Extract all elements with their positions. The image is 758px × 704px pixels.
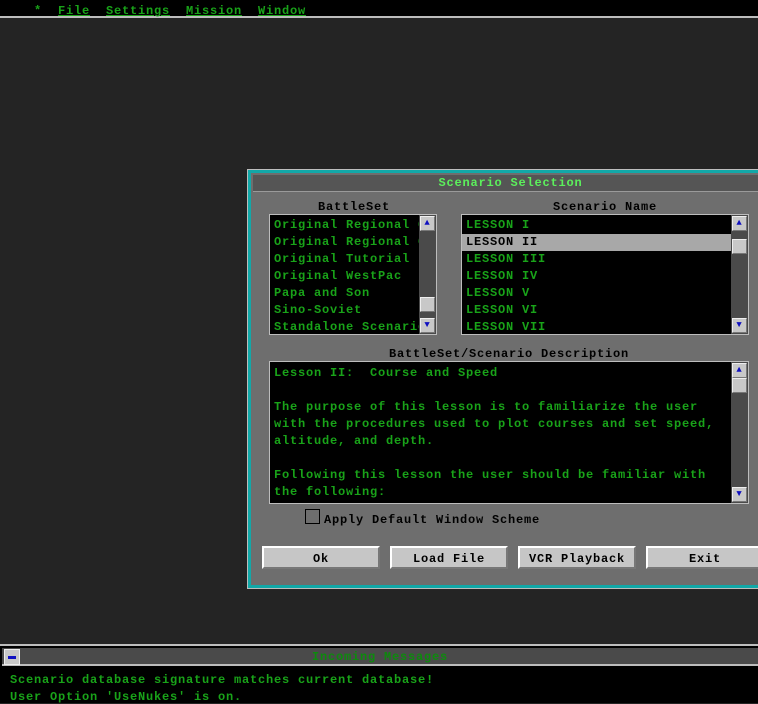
menu-bar: * File Settings Mission Window [0,0,758,18]
message-line: Scenario database signature matches curr… [10,673,435,687]
scroll-up-icon[interactable]: ▲ [732,216,747,231]
menu-window[interactable]: Window [258,4,306,18]
scenario-item[interactable]: LESSON II [462,234,732,251]
ok-button[interactable]: Ok [262,546,380,569]
menu-file[interactable]: File [58,4,90,18]
battleset-item[interactable]: Papa and Son [270,285,420,302]
menu-settings[interactable]: Settings [106,4,170,18]
battleset-scrollbar[interactable]: ▲ ▼ [419,215,436,334]
apply-scheme-checkbox[interactable] [305,509,320,524]
scenario-item[interactable]: LESSON IV [462,268,732,285]
description-line [270,382,732,399]
description-scrollbar[interactable]: ▲ ▼ [731,362,748,503]
description-line: Lesson II: Course and Speed [274,366,499,380]
scroll-thumb[interactable] [732,239,747,254]
scenario-selection-dialog: Scenario Selection BattleSet Scenario Na… [247,169,758,589]
battleset-item[interactable]: Original WestPac [270,268,420,285]
battleset-item[interactable]: Original Regional C [270,217,420,234]
scroll-down-icon[interactable]: ▼ [732,318,747,333]
dialog-title: Scenario Selection [253,175,758,192]
minimize-icon[interactable] [4,649,20,665]
scenario-item[interactable]: LESSON VI [462,302,732,319]
battleset-item[interactable]: Sino-Soviet [270,302,420,319]
apply-scheme-label[interactable]: Apply Default Window Scheme [324,513,540,527]
description-line [270,450,732,467]
description-line: altitude, and depth. [274,434,435,448]
scenario-item[interactable]: LESSON VII [462,319,732,336]
scenario-item[interactable]: LESSON I [462,217,732,234]
load-file-button[interactable]: Load File [390,546,508,569]
battleset-item[interactable]: Standalone Scenarios [270,319,420,336]
battleset-list[interactable]: Original Regional C Original Regional C Or… [269,214,437,335]
description-line: Following this lesson the user should be… [274,468,707,482]
scenario-list[interactable]: LESSON I LESSON II LESSON III LESSON IV LESS… [461,214,749,335]
incoming-messages-panel: Incoming Messages Scenario database sign… [0,644,758,704]
battleset-item[interactable]: Original Tutorial [270,251,420,268]
scroll-up-icon[interactable]: ▲ [420,216,435,231]
message-line: User Option 'UseNukes' is on. [10,690,243,704]
vcr-playback-button[interactable]: VCR Playback [518,546,636,569]
scroll-down-icon[interactable]: ▼ [420,318,435,333]
description-line: the following: [274,485,387,499]
scroll-thumb[interactable] [420,297,435,312]
messages-title: Incoming Messages [2,648,758,666]
scroll-down-icon[interactable]: ▼ [732,487,747,502]
description-line: The purpose of this lesson is to familia… [274,400,699,414]
description-line: with the procedures used to plot courses… [274,417,715,431]
description-box[interactable]: Lesson II: Course and Speed The purpose o… [269,361,749,504]
scroll-up-icon[interactable]: ▲ [732,363,747,378]
scenario-item[interactable]: LESSON V [462,285,732,302]
scroll-thumb[interactable] [732,378,747,393]
scenario-item[interactable]: LESSON III [462,251,732,268]
scenario-name-label: Scenario Name [552,200,657,214]
battleset-label: BattleSet [317,200,390,214]
exit-button[interactable]: Exit [646,546,758,569]
menu-mission[interactable]: Mission [186,4,242,18]
battleset-item[interactable]: Original Regional C [270,234,420,251]
system-menu[interactable]: * [34,4,42,18]
description-label: BattleSet/Scenario Description [388,347,630,361]
scenario-scrollbar[interactable]: ▲ ▼ [731,215,748,334]
